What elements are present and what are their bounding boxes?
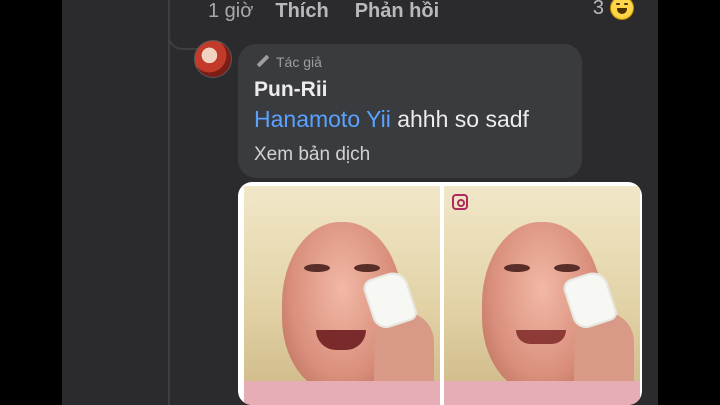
shirt xyxy=(444,381,640,405)
author-badge-label: Tác giả xyxy=(276,54,322,70)
instagram-watermark xyxy=(452,194,474,210)
mouth xyxy=(516,330,566,344)
comment-text: Hanamoto Yii ahhh so sadf xyxy=(254,106,529,133)
see-translation-link[interactable]: Xem bản dịch xyxy=(254,144,370,166)
reply-button[interactable]: Phản hồi xyxy=(355,0,439,23)
image-panel-crying xyxy=(244,186,440,405)
comment-action-row: 1 giờ Thích Phản hồi xyxy=(208,0,658,28)
reaction-count: 3 xyxy=(592,0,604,19)
eye xyxy=(354,264,380,272)
image-panel-smiling xyxy=(444,186,640,405)
comment-time: 1 giờ xyxy=(208,0,254,22)
avatar[interactable] xyxy=(194,40,232,78)
instagram-icon xyxy=(452,194,468,210)
pencil-icon xyxy=(256,55,270,69)
eye xyxy=(554,264,580,272)
author-badge: Tác giả xyxy=(256,54,322,70)
like-button[interactable]: Thích xyxy=(275,0,328,23)
mention-link[interactable]: Hanamoto Yii xyxy=(254,106,391,132)
comment-image[interactable] xyxy=(238,182,642,405)
shirt xyxy=(244,381,440,405)
haha-reaction-icon xyxy=(610,0,634,20)
commenter-name[interactable]: Pun-Rii xyxy=(254,78,328,102)
comment-thread: 1 giờ Thích Phản hồi 3 Tác giả Pun-Rii H… xyxy=(62,0,658,405)
eye xyxy=(304,264,330,272)
comment-body: ahhh so sadf xyxy=(390,106,529,132)
reply-bubble: Tác giả Pun-Rii Hanamoto Yii ahhh so sad… xyxy=(238,44,582,178)
reaction-summary[interactable]: 3 xyxy=(593,0,634,20)
mouth xyxy=(316,330,366,350)
eye xyxy=(504,264,530,272)
thread-line xyxy=(168,0,170,405)
